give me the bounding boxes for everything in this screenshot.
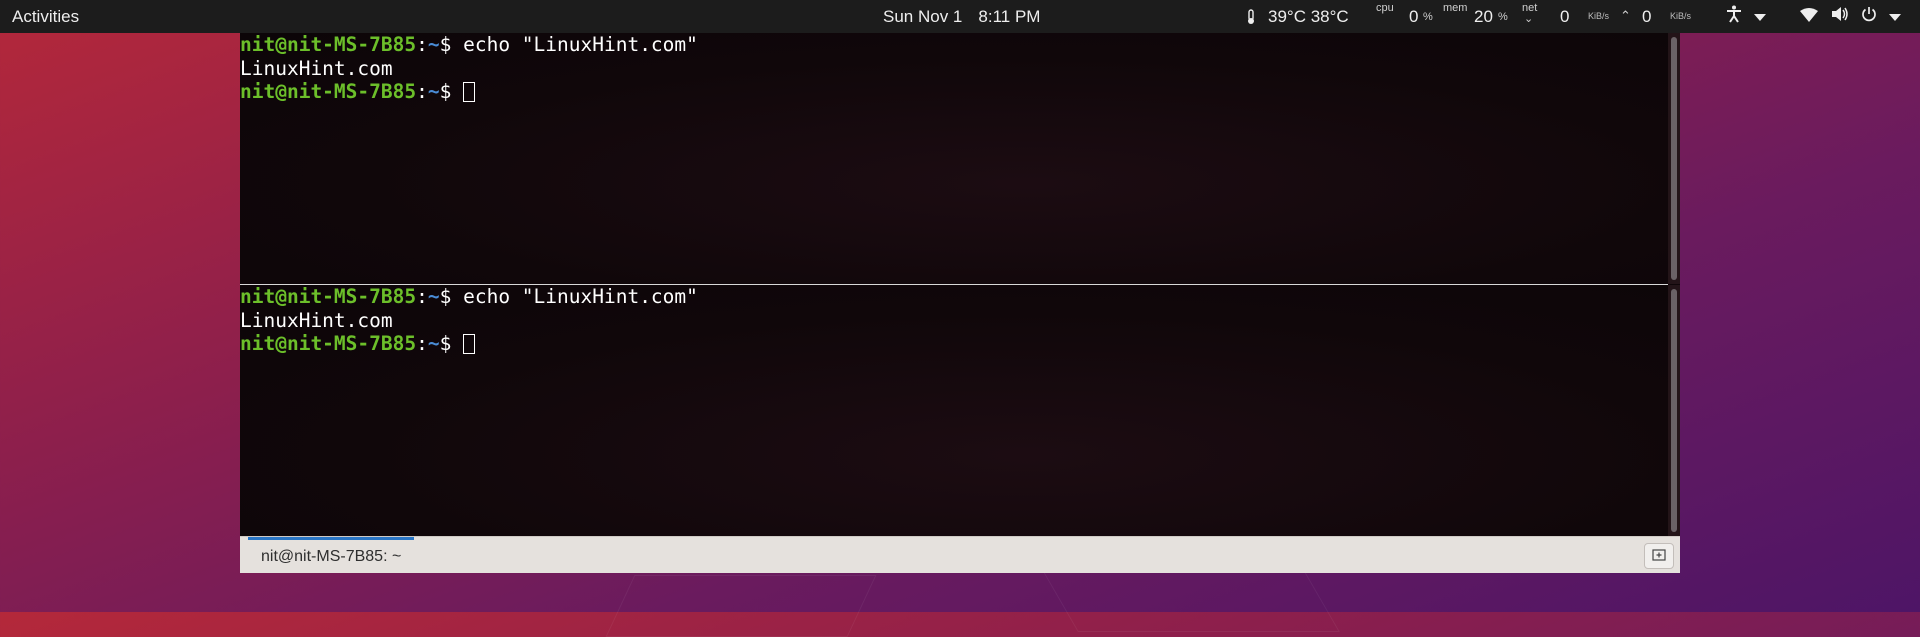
net-up-unit: KiB/s <box>1670 11 1692 21</box>
volume-icon <box>1831 6 1849 27</box>
prompt-colon: : <box>416 80 428 103</box>
time-label: 8:11 PM <box>978 6 1041 26</box>
prompt-path: ~ <box>427 285 440 308</box>
temperature-values: 39°C 38°C <box>1268 6 1349 26</box>
terminal-line: nit@nit-MS-7B85:~$ <box>240 332 1668 356</box>
net-down-value: 0 <box>1560 7 1570 26</box>
prompt-path: ~ <box>427 33 440 56</box>
text-cursor <box>463 82 476 102</box>
cpu-label: cpu <box>1376 2 1394 14</box>
wallpaper-decoration <box>1042 570 1340 632</box>
terminal-window: nit@nit-MS-7B85:~$ echo "LinuxHint.com" … <box>240 33 1680 573</box>
download-arrow-icon: ⌄ <box>1524 13 1534 25</box>
prompt-dollar: $ <box>439 80 464 103</box>
scrollbar-thumb[interactable] <box>1671 37 1677 280</box>
terminal-line: nit@nit-MS-7B85:~$ echo "LinuxHint.com" <box>240 285 1668 309</box>
scrollbar-top[interactable] <box>1668 33 1680 284</box>
terminal-line: nit@nit-MS-7B85:~$ <box>240 80 1668 104</box>
scrollbar-bottom[interactable] <box>1668 285 1680 536</box>
prompt-dollar: $ <box>439 33 464 56</box>
prompt-user: nit@nit-MS-7B85 <box>240 80 417 103</box>
temperature-indicator[interactable]: 39°C 38°C <box>1268 0 1349 33</box>
net-up-value: 0 <box>1642 7 1652 26</box>
prompt-dollar: $ <box>439 285 464 308</box>
output-text: LinuxHint.com <box>240 56 393 80</box>
new-tab-icon <box>1652 547 1666 566</box>
terminal-pane-top[interactable]: nit@nit-MS-7B85:~$ echo "LinuxHint.com" … <box>240 33 1668 284</box>
prompt-colon: : <box>416 33 428 56</box>
chevron-down-icon <box>1889 7 1901 27</box>
power-icon <box>1861 6 1877 27</box>
scrollbar-thumb[interactable] <box>1671 289 1677 532</box>
command-text: echo "LinuxHint.com" <box>463 33 698 56</box>
wallpaper-decoration <box>605 575 877 637</box>
mem-unit: % <box>1498 11 1508 23</box>
tab-terminal[interactable]: nit@nit-MS-7B85: ~ <box>248 537 415 573</box>
thermometer-icon <box>1244 0 1258 33</box>
new-tab-button[interactable] <box>1644 543 1674 569</box>
net-down-unit: KiB/s <box>1588 11 1610 21</box>
output-text: LinuxHint.com <box>240 308 393 332</box>
activities-label: Activities <box>12 6 80 26</box>
prompt-path: ~ <box>427 332 440 355</box>
mem-label: mem <box>1443 2 1468 14</box>
accessibility-icon <box>1726 5 1742 28</box>
prompt-user: nit@nit-MS-7B85 <box>240 285 417 308</box>
wifi-icon <box>1800 7 1818 27</box>
activities-button[interactable]: Activities <box>12 0 79 33</box>
tab-title: nit@nit-MS-7B85: ~ <box>261 547 402 565</box>
accessibility-menu[interactable] <box>1726 0 1766 33</box>
cpu-unit: % <box>1423 11 1433 23</box>
prompt-dollar: $ <box>439 332 464 355</box>
tab-bar: nit@nit-MS-7B85: ~ <box>240 536 1680 573</box>
prompt-user: nit@nit-MS-7B85 <box>240 33 417 56</box>
top-panel: Activities Sun Nov 1 8:11 PM 39°C 38°C c… <box>0 0 1920 33</box>
prompt-colon: : <box>416 285 428 308</box>
prompt-colon: : <box>416 332 428 355</box>
date-label: Sun Nov 1 <box>883 6 963 26</box>
chevron-down-icon <box>1754 7 1766 27</box>
terminal-line: nit@nit-MS-7B85:~$ echo "LinuxHint.com" <box>240 33 1668 57</box>
cpu-value: 0 <box>1409 7 1419 26</box>
prompt-path: ~ <box>427 80 440 103</box>
prompt-user: nit@nit-MS-7B85 <box>240 332 417 355</box>
terminal-pane-bottom[interactable]: nit@nit-MS-7B85:~$ echo "LinuxHint.com" … <box>240 285 1668 569</box>
system-monitor[interactable]: cpu 0 % mem 20 % net ⌄ 0 KiB/s ⌃ 0 KiB/s <box>1372 0 1692 33</box>
text-cursor <box>463 334 476 354</box>
clock-button[interactable]: Sun Nov 1 8:11 PM <box>883 0 1040 33</box>
command-text: echo "LinuxHint.com" <box>463 285 698 308</box>
system-status-menu[interactable] <box>1800 0 1901 33</box>
mem-value: 20 <box>1474 7 1493 26</box>
upload-arrow-icon: ⌃ <box>1620 8 1631 23</box>
